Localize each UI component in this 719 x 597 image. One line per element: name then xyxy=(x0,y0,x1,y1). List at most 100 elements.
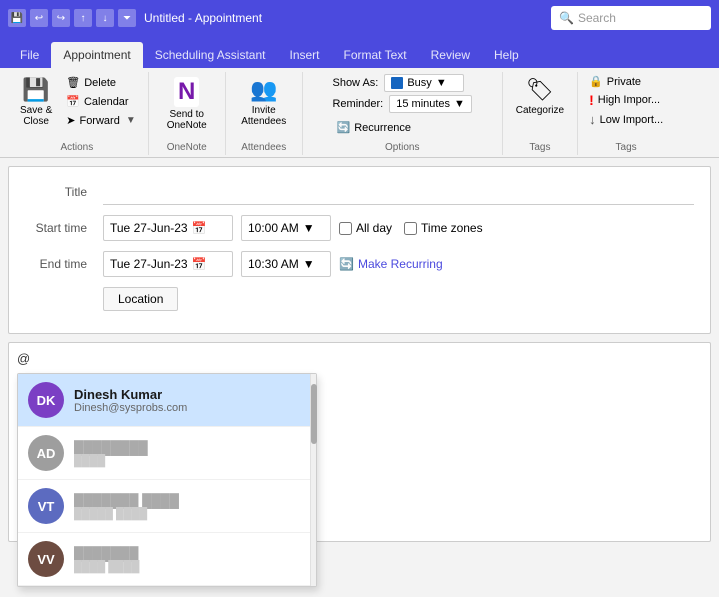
options-group-label: Options xyxy=(385,142,419,153)
avatar-1: AD xyxy=(28,435,64,471)
onenote-label: Send to OneNote xyxy=(162,109,212,131)
actions-vertical: 🗑 Delete 📅 Calendar ➤ Forward ▼ xyxy=(62,74,139,129)
onenote-group-label: OneNote xyxy=(167,142,207,153)
nav-down-icon[interactable]: ↓ xyxy=(96,9,114,27)
reminder-time-label: 15 minutes xyxy=(396,98,450,110)
save-quick-icon[interactable]: 💾 xyxy=(8,9,26,27)
contact-email-3: ████ ████ xyxy=(74,561,306,573)
recurrence-button[interactable]: 🔄 Recurrence xyxy=(332,119,415,136)
save-close-button[interactable]: 💾 Save &Close xyxy=(14,74,58,130)
options-group: Show As: Busy ▼ Reminder: 15 minutes ▼ xyxy=(303,72,503,155)
contact-name-0: Dinesh Kumar xyxy=(74,387,306,402)
title-bar: 💾 ↩ ↪ ↑ ↓ ⏷ Untitled - Appointment 🔍 Sea… xyxy=(0,0,719,36)
attendees-group: 👥 Invite Attendees Attendees xyxy=(226,72,303,155)
tags-group: 🏷 Categorize Tags xyxy=(503,72,578,155)
location-button[interactable]: Location xyxy=(103,287,178,311)
all-day-checkbox[interactable] xyxy=(339,222,352,235)
start-time-field[interactable]: 10:00 AM ▼ xyxy=(241,215,331,241)
private-button[interactable]: 🔒 Private xyxy=(586,74,666,89)
contact-info-3: ███████ ████ ████ xyxy=(74,546,306,573)
actions-content: 💾 Save &Close 🗑 Delete 📅 Calendar ➤ Forw… xyxy=(14,74,140,140)
forward-icon: ➤ xyxy=(66,114,75,127)
delete-button[interactable]: 🗑 Delete xyxy=(62,74,139,91)
autocomplete-item-3[interactable]: VV ███████ ████ ████ xyxy=(18,533,316,586)
location-row: Location xyxy=(25,287,694,311)
delete-icon: 🗑 xyxy=(66,76,80,89)
autocomplete-item-0[interactable]: DK Dinesh Kumar Dinesh@sysprobs.com xyxy=(18,374,316,427)
low-importance-icon: ↓ xyxy=(589,112,596,127)
tab-appointment[interactable]: Appointment xyxy=(51,42,142,68)
autocomplete-item-2[interactable]: VT ███████ ████ █████ ████ xyxy=(18,480,316,533)
body-area: @ DK Dinesh Kumar Dinesh@sysprobs.com AD… xyxy=(8,342,711,542)
contact-name-2: ███████ ████ xyxy=(74,493,306,508)
invite-attendees-button[interactable]: 👥 Invite Attendees xyxy=(234,74,294,130)
show-as-dropdown[interactable]: Busy ▼ xyxy=(384,74,464,92)
end-date-field[interactable]: Tue 27-Jun-23 📅 xyxy=(103,251,233,277)
time-zones-checkbox-group: Time zones xyxy=(404,221,483,235)
high-importance-button[interactable]: ! High Impor... xyxy=(586,91,666,109)
title-row: Title xyxy=(25,179,694,205)
at-mention-text: @ xyxy=(17,351,702,366)
forward-button[interactable]: ➤ Forward ▼ xyxy=(62,112,139,129)
tab-scheduling[interactable]: Scheduling Assistant xyxy=(143,42,278,68)
invite-label: Invite Attendees xyxy=(239,105,289,127)
save-label: Save &Close xyxy=(20,105,52,127)
importance-items: 🔒 Private ! High Impor... ↓ Low Import..… xyxy=(586,74,666,128)
recurrence-icon: 🔄 xyxy=(336,121,350,134)
show-as-label: Show As: xyxy=(332,77,378,89)
contact-name-1: ████████ xyxy=(74,440,306,455)
avatar-3: VV xyxy=(28,541,64,577)
calendar-label: Calendar xyxy=(84,96,129,108)
start-date-field[interactable]: Tue 27-Jun-23 📅 xyxy=(103,215,233,241)
high-importance-icon: ! xyxy=(589,92,594,108)
contact-email-0: Dinesh@sysprobs.com xyxy=(74,402,306,414)
contact-email-1: ████ xyxy=(74,455,306,467)
tab-review[interactable]: Review xyxy=(419,42,482,68)
undo-icon[interactable]: ↩ xyxy=(30,9,48,27)
onenote-group: N Send to OneNote OneNote xyxy=(149,72,226,155)
scrollbar[interactable] xyxy=(310,374,316,586)
calendar-button[interactable]: 📅 Calendar xyxy=(62,93,139,110)
start-time-arrow-icon: ▼ xyxy=(303,221,315,235)
contact-info-0: Dinesh Kumar Dinesh@sysprobs.com xyxy=(74,387,306,414)
show-as-row: Show As: Busy ▼ Reminder: 15 minutes ▼ xyxy=(332,74,471,113)
tab-file[interactable]: File xyxy=(8,42,51,68)
autocomplete-dropdown: DK Dinesh Kumar Dinesh@sysprobs.com AD █… xyxy=(17,373,317,587)
tags-content: 🏷 Categorize xyxy=(511,74,569,140)
private-label: Private xyxy=(607,76,641,88)
onenote-icon: N xyxy=(174,77,199,107)
actions-label: Actions xyxy=(60,142,93,153)
title-label: Title xyxy=(25,185,95,199)
recurring-icon: 🔄 xyxy=(339,257,354,271)
low-importance-label: Low Import... xyxy=(600,114,664,126)
title-input[interactable] xyxy=(103,179,694,205)
scrollbar-thumb xyxy=(311,384,317,444)
nav-up-icon[interactable]: ↑ xyxy=(74,9,92,27)
end-time-label: End time xyxy=(25,257,95,271)
low-importance-button[interactable]: ↓ Low Import... xyxy=(586,111,666,128)
contact-email-2: █████ ████ xyxy=(74,508,306,520)
make-recurring-label: Make Recurring xyxy=(358,257,443,271)
autocomplete-item-1[interactable]: AD ████████ ████ xyxy=(18,427,316,480)
send-to-onenote-button[interactable]: N Send to OneNote xyxy=(157,74,217,134)
reminder-dropdown[interactable]: 15 minutes ▼ xyxy=(389,95,472,113)
busy-status-label: Busy xyxy=(407,77,431,89)
history-icon[interactable]: ⏷ xyxy=(118,9,136,27)
tab-format[interactable]: Format Text xyxy=(332,42,419,68)
tab-help[interactable]: Help xyxy=(482,42,531,68)
tab-insert[interactable]: Insert xyxy=(277,42,331,68)
categorize-button[interactable]: 🏷 Categorize xyxy=(511,74,569,119)
importance-group: 🔒 Private ! High Impor... ↓ Low Import..… xyxy=(578,72,674,155)
search-bar[interactable]: 🔍 Search xyxy=(551,6,711,30)
make-recurring-button[interactable]: 🔄 Make Recurring xyxy=(339,257,443,271)
contact-name-3: ███████ xyxy=(74,546,306,561)
reminder-arrow-icon: ▼ xyxy=(454,98,465,110)
time-zones-checkbox[interactable] xyxy=(404,222,417,235)
end-time-field[interactable]: 10:30 AM ▼ xyxy=(241,251,331,277)
start-date-calendar-icon: 📅 xyxy=(192,221,207,235)
importance-content: 🔒 Private ! High Impor... ↓ Low Import..… xyxy=(586,74,666,140)
ribbon-body: 💾 Save &Close 🗑 Delete 📅 Calendar ➤ Forw… xyxy=(0,68,719,158)
options-content: Show As: Busy ▼ Reminder: 15 minutes ▼ xyxy=(332,74,471,140)
time-zones-label: Time zones xyxy=(421,221,483,235)
redo-icon[interactable]: ↪ xyxy=(52,9,70,27)
